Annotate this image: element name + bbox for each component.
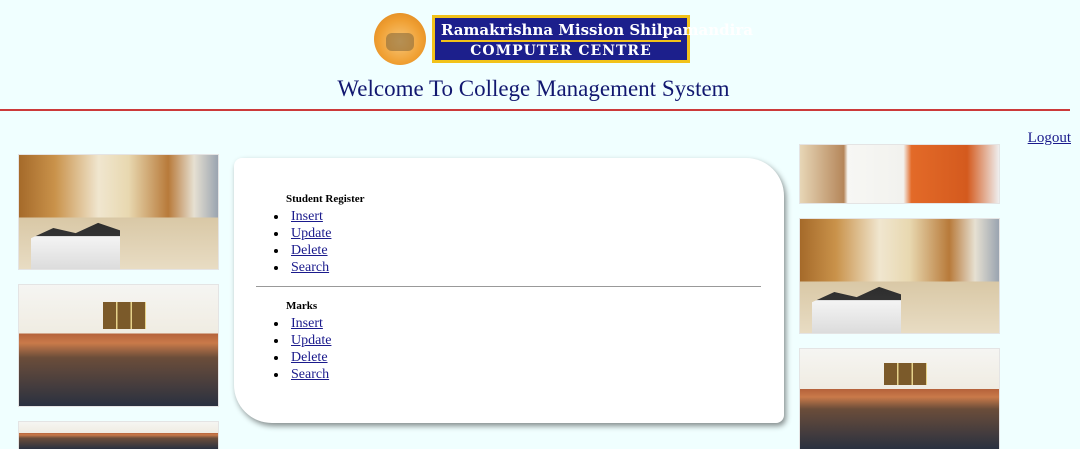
section-title: Student Register bbox=[286, 193, 365, 205]
list-item: Update bbox=[274, 332, 331, 349]
marks-menu: Insert Update Delete Search bbox=[274, 315, 331, 383]
photo-hall-left bbox=[18, 284, 219, 407]
header-divider bbox=[0, 109, 1070, 111]
list-item: Insert bbox=[274, 208, 365, 225]
student-update-link[interactable]: Update bbox=[291, 226, 331, 241]
page-title: Welcome To College Management System bbox=[337, 76, 730, 101]
list-item: Search bbox=[274, 366, 331, 383]
student-register-menu: Insert Update Delete Search bbox=[274, 208, 365, 276]
photo-corridor-right bbox=[799, 218, 1000, 334]
photo-frames bbox=[883, 363, 928, 385]
logout-link[interactable]: Logout bbox=[1028, 130, 1071, 147]
menu-panel: Student Register Insert Update Delete Se… bbox=[234, 158, 784, 423]
student-delete-link[interactable]: Delete bbox=[291, 243, 328, 258]
list-item: Search bbox=[274, 259, 365, 276]
section-title: Marks bbox=[286, 300, 318, 312]
list-item: Update bbox=[274, 225, 365, 242]
marks-delete-link[interactable]: Delete bbox=[291, 350, 328, 365]
logo-banner: Ramakrishna Mission Shilpamandira COMPUT… bbox=[432, 15, 753, 63]
student-search-link[interactable]: Search bbox=[291, 260, 329, 275]
site-logo: Ramakrishna Mission Shilpamandira COMPUT… bbox=[374, 13, 753, 65]
list-item: Delete bbox=[274, 242, 365, 259]
student-insert-link[interactable]: Insert bbox=[291, 209, 323, 224]
list-item: Delete bbox=[274, 349, 331, 366]
photo-frames bbox=[102, 301, 147, 329]
photo-people bbox=[30, 222, 121, 269]
logo-subtitle: COMPUTER CENTRE bbox=[470, 43, 652, 59]
student-register-section: Student Register Insert Update Delete Se… bbox=[286, 192, 365, 276]
marks-insert-link[interactable]: Insert bbox=[291, 316, 323, 331]
photo-people bbox=[811, 286, 902, 333]
photo-meeting-right bbox=[799, 144, 1000, 204]
photo-lab-left bbox=[18, 421, 219, 449]
list-item: Insert bbox=[274, 315, 331, 332]
photo-corridor-left bbox=[18, 154, 219, 270]
marks-update-link[interactable]: Update bbox=[291, 333, 331, 348]
marks-section: Marks Insert Update Delete Search bbox=[286, 299, 331, 383]
section-divider bbox=[256, 286, 761, 287]
photo-hall-right bbox=[799, 348, 1000, 449]
marks-search-link[interactable]: Search bbox=[291, 367, 329, 382]
logo-title: Ramakrishna Mission Shilpamandira bbox=[441, 21, 753, 42]
mission-emblem-icon bbox=[374, 13, 426, 65]
